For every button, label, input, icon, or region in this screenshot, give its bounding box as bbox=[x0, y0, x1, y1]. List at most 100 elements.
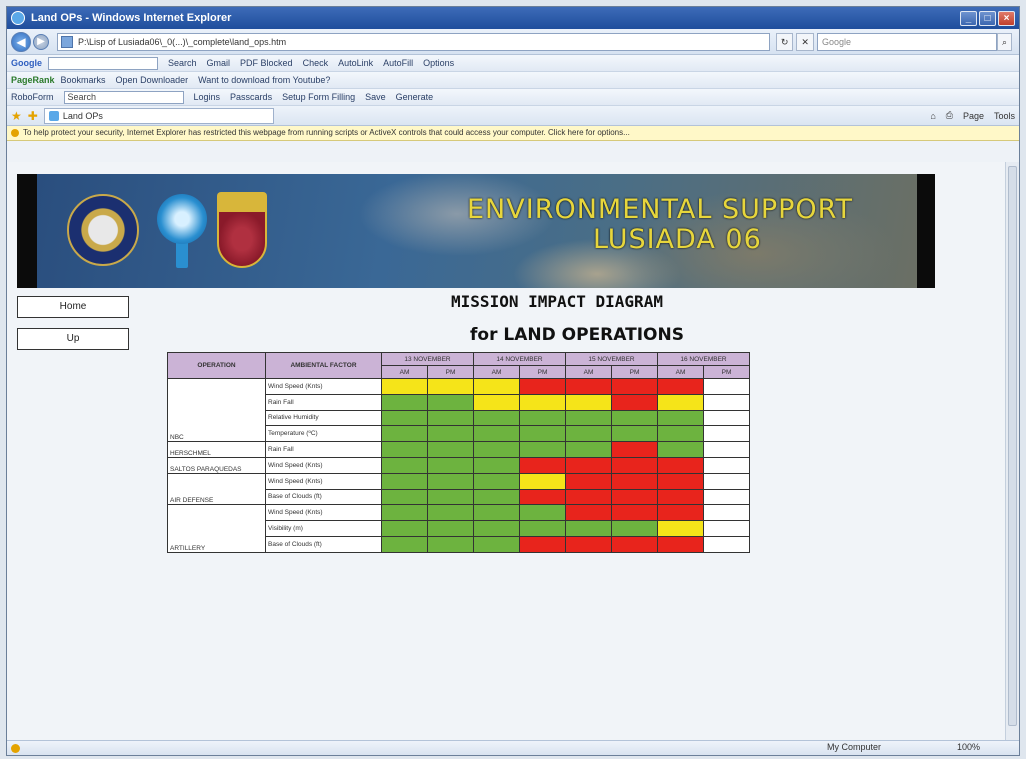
operation-cell: ARTILLERY bbox=[167, 504, 266, 553]
impact-cell bbox=[427, 472, 474, 490]
autofill-button[interactable]: AutoFill bbox=[383, 58, 413, 68]
passcards-button[interactable]: Passcards bbox=[230, 92, 272, 102]
tools-menu[interactable]: Tools bbox=[994, 111, 1015, 121]
open-downloader-button[interactable]: Open Downloader bbox=[116, 75, 189, 85]
impact-cell bbox=[611, 504, 658, 522]
tab-row: ★ ✚ Land OPs ⌂ ⎙ Page Tools bbox=[7, 106, 1019, 126]
impact-cell bbox=[427, 520, 474, 537]
google-search-button[interactable]: Search bbox=[168, 58, 197, 68]
factor-cell: Wind Speed (Knts) bbox=[265, 472, 382, 490]
autolink-button[interactable]: AutoLink bbox=[338, 58, 373, 68]
back-button[interactable]: ◀ bbox=[11, 31, 31, 52]
impact-cell bbox=[381, 456, 428, 474]
close-button[interactable]: × bbox=[998, 10, 1015, 26]
impact-cell bbox=[519, 378, 566, 395]
roboform-search-field[interactable]: Search bbox=[63, 90, 184, 104]
date-header: 13 NOVEMBER bbox=[381, 352, 474, 366]
check-button[interactable]: Check bbox=[303, 58, 329, 68]
impact-cell bbox=[611, 378, 658, 395]
setup-form-filling-button[interactable]: Setup Form Filling bbox=[282, 92, 355, 102]
tab-land-ops[interactable]: Land OPs bbox=[43, 107, 274, 124]
hydro-crest-icon bbox=[157, 194, 207, 244]
impact-cell bbox=[519, 535, 566, 553]
page-title: MISSION IMPACT DIAGRAM bbox=[451, 292, 663, 311]
vertical-scrollbar[interactable] bbox=[1005, 162, 1019, 742]
impact-cell bbox=[427, 441, 474, 458]
impact-cell bbox=[611, 456, 658, 474]
factor-header: AMBIENTAL FACTOR bbox=[265, 352, 382, 379]
print-cmd-icon[interactable]: ⎙ bbox=[946, 110, 953, 121]
impact-cell bbox=[473, 504, 520, 522]
impact-cell bbox=[565, 535, 612, 553]
home-cmd-icon[interactable]: ⌂ bbox=[930, 111, 935, 121]
impact-cell bbox=[611, 409, 658, 427]
impact-cell bbox=[473, 488, 520, 506]
impact-cell bbox=[703, 441, 750, 458]
period-header: AM bbox=[381, 365, 428, 379]
impact-cell bbox=[657, 472, 704, 490]
table-row: SALTOS PARAQUEDAS Wind Speed (Knts) bbox=[167, 456, 750, 474]
impact-cell bbox=[381, 425, 428, 443]
save-button[interactable]: Save bbox=[365, 92, 386, 102]
generate-button[interactable]: Generate bbox=[396, 92, 434, 102]
title-bar: Land OPs - Windows Internet Explorer _ □… bbox=[7, 7, 1019, 29]
impact-cell bbox=[519, 425, 566, 443]
pagerank-toolbar: PageRank Bookmarks Open Downloader Want … bbox=[7, 72, 1019, 89]
table-row: NBC Wind Speed (Knts) bbox=[167, 377, 750, 443]
impact-cell bbox=[427, 488, 474, 506]
operation-cell: NBC bbox=[167, 377, 266, 443]
add-favorites-icon[interactable]: ✚ bbox=[28, 109, 38, 123]
impact-cell bbox=[381, 393, 428, 411]
impact-cell bbox=[565, 504, 612, 522]
refresh-button[interactable]: ↻ bbox=[775, 32, 794, 51]
forward-button[interactable]: ▶ bbox=[33, 33, 49, 50]
period-header: PM bbox=[703, 365, 750, 379]
security-zone: My Computer bbox=[827, 742, 882, 752]
pdf-blocked-button[interactable]: PDF Blocked bbox=[240, 58, 293, 68]
google-search-field[interactable] bbox=[48, 56, 158, 70]
zoom-level[interactable]: 100% bbox=[957, 742, 980, 752]
search-go-button[interactable]: ⌕ bbox=[996, 32, 1012, 51]
impact-cell bbox=[565, 378, 612, 395]
scrollbar-thumb[interactable] bbox=[1008, 166, 1017, 726]
impact-cell bbox=[473, 425, 520, 443]
roboform-brand[interactable]: RoboForm bbox=[11, 92, 54, 102]
browser-window: Land OPs - Windows Internet Explorer _ □… bbox=[6, 6, 1020, 756]
search-input[interactable]: Google bbox=[816, 32, 997, 51]
youtube-download-button[interactable]: Want to download from Youtube? bbox=[198, 75, 330, 85]
address-bar[interactable]: P:\Lisp of Lusiada06\_0(...)\_complete\l… bbox=[57, 32, 770, 51]
gmail-button[interactable]: Gmail bbox=[207, 58, 231, 68]
stop-button[interactable]: ✕ bbox=[796, 32, 814, 51]
pagerank-brand: PageRank bbox=[11, 75, 55, 85]
banner-title: ENVIRONMENTAL SUPPORT bbox=[467, 194, 853, 225]
impact-cell bbox=[611, 520, 658, 537]
bookmarks-button[interactable]: Bookmarks bbox=[61, 75, 106, 85]
page-subtitle: for LAND OPERATIONS bbox=[470, 325, 684, 345]
impact-cell bbox=[703, 472, 750, 490]
banner: ENVIRONMENTAL SUPPORT LUSIADA 06 bbox=[17, 174, 935, 288]
roboform-toolbar: RoboForm Search Logins Passcards Setup F… bbox=[7, 89, 1019, 106]
impact-cell bbox=[473, 441, 520, 458]
logins-button[interactable]: Logins bbox=[194, 92, 221, 102]
impact-cell bbox=[427, 393, 474, 411]
period-header: PM bbox=[611, 365, 658, 379]
favorites-star-icon[interactable]: ★ bbox=[11, 109, 22, 123]
banner-subtitle: LUSIADA 06 bbox=[593, 224, 762, 255]
impact-cell bbox=[611, 393, 658, 411]
options-button[interactable]: Options bbox=[423, 58, 454, 68]
shield-icon bbox=[11, 129, 19, 137]
impact-cell bbox=[519, 456, 566, 474]
impact-cell bbox=[381, 488, 428, 506]
page-content: ENVIRONMENTAL SUPPORT LUSIADA 06 Home Up… bbox=[7, 162, 1007, 742]
page-menu[interactable]: Page bbox=[963, 111, 984, 121]
factor-cell: Base of Clouds (ft) bbox=[265, 535, 382, 553]
impact-cell bbox=[381, 472, 428, 490]
minimize-button[interactable]: _ bbox=[960, 10, 977, 26]
impact-cell bbox=[427, 425, 474, 443]
security-info-bar[interactable]: To help protect your security, Internet … bbox=[7, 126, 1019, 141]
status-bar: My Computer 100% bbox=[7, 740, 1019, 755]
table-row: HERSCHMEL Rain Fall bbox=[167, 441, 750, 458]
impact-cell bbox=[565, 425, 612, 443]
operation-cell: SALTOS PARAQUEDAS bbox=[167, 456, 266, 474]
maximize-button[interactable]: □ bbox=[979, 10, 996, 26]
